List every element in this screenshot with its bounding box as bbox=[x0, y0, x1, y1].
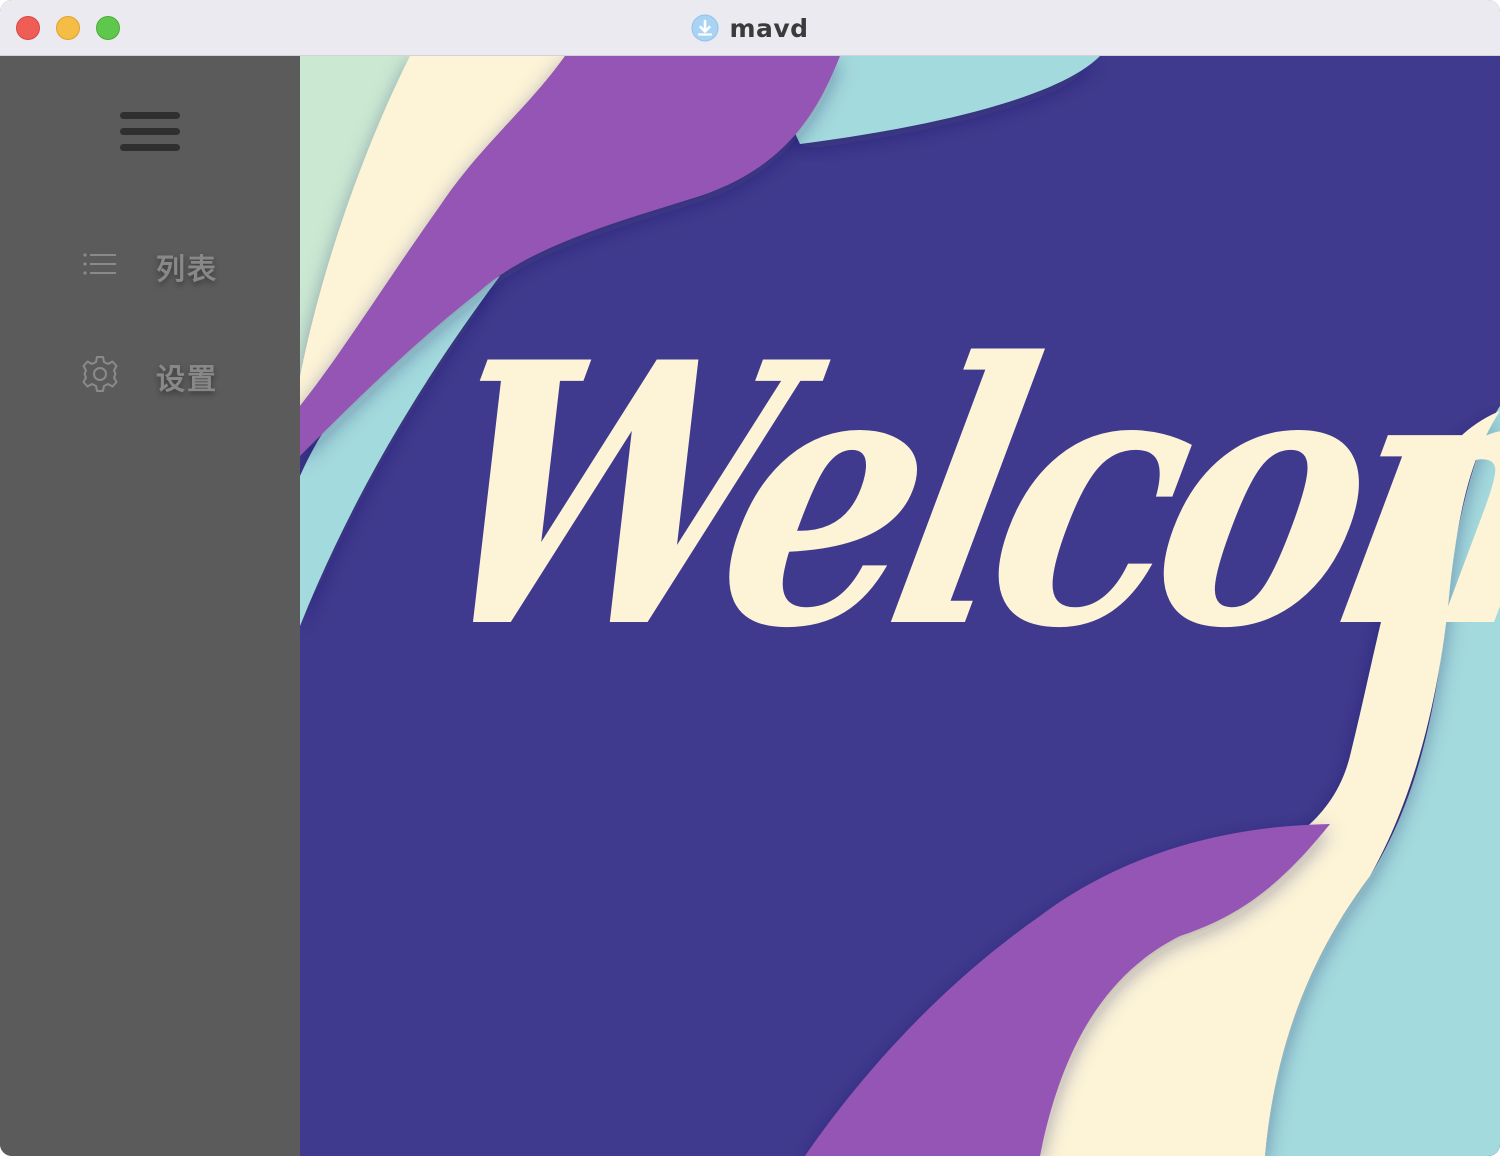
hamburger-menu-icon[interactable] bbox=[118, 110, 182, 154]
window-title-group: mavd bbox=[0, 0, 1500, 56]
download-arrow-icon bbox=[691, 14, 719, 42]
sidebar-item-label: 设置 bbox=[156, 362, 219, 396]
sidebar-item-label: 列表 bbox=[156, 252, 219, 286]
app-window: mavd 列表 设置 Welcome bbox=[0, 0, 1500, 1156]
list-icon bbox=[83, 253, 116, 275]
window-title: mavd bbox=[729, 13, 809, 43]
sidebar: 列表 设置 bbox=[0, 56, 300, 1156]
title-bar[interactable]: mavd bbox=[0, 0, 1500, 56]
sidebar-item-list[interactable]: 列表 bbox=[70, 234, 240, 294]
sidebar-item-settings[interactable]: 设置 bbox=[70, 344, 240, 404]
gear-icon bbox=[82, 356, 118, 392]
welcome-heading: Welcome bbox=[395, 283, 1500, 708]
welcome-panel: Welcome bbox=[300, 56, 1500, 1156]
